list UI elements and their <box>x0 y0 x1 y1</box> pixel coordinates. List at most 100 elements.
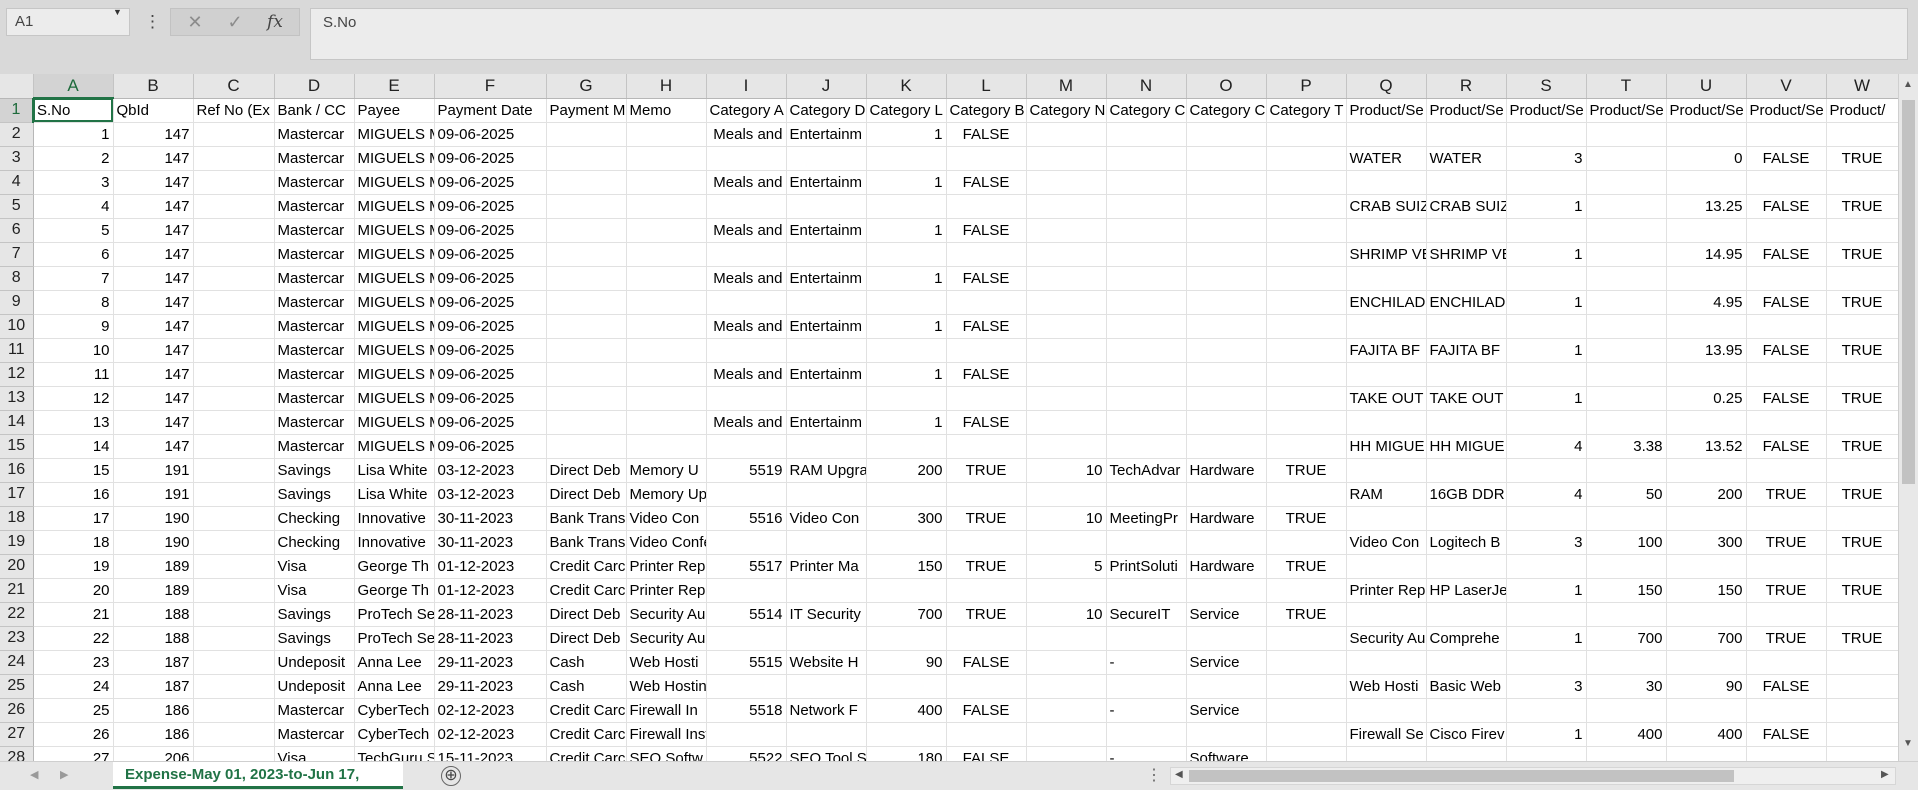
scroll-right-icon[interactable]: ▶ <box>1881 769 1889 780</box>
cell[interactable]: Entertainm <box>786 218 867 243</box>
cell[interactable] <box>1826 410 1898 435</box>
cell[interactable]: - <box>1106 650 1187 675</box>
cell[interactable] <box>1746 362 1827 387</box>
cell[interactable] <box>626 194 707 219</box>
cell[interactable]: TRUE <box>1826 242 1898 267</box>
cell[interactable]: Meals and <box>706 314 787 339</box>
cell[interactable] <box>1506 122 1587 147</box>
cell[interactable] <box>1586 362 1667 387</box>
cell[interactable] <box>626 290 707 315</box>
cell[interactable] <box>1186 434 1267 459</box>
cell[interactable]: MIGUELS M <box>354 338 435 363</box>
cell[interactable] <box>786 386 867 411</box>
cell[interactable]: WATER <box>1346 146 1427 171</box>
cell[interactable]: 150 <box>1586 578 1667 603</box>
cell[interactable]: 30-11-2023 <box>434 506 547 531</box>
cell[interactable] <box>1666 170 1747 195</box>
cell[interactable]: Meals and <box>706 266 787 291</box>
cell[interactable]: Firewall In <box>626 698 707 723</box>
cell[interactable]: 3 <box>1506 146 1587 171</box>
cell[interactable]: 700 <box>1666 626 1747 651</box>
cell[interactable]: 13 <box>33 410 114 435</box>
cell[interactable] <box>786 242 867 267</box>
cell[interactable] <box>1586 458 1667 483</box>
cell[interactable]: Mastercar <box>274 386 355 411</box>
cell[interactable]: FALSE <box>1746 338 1827 363</box>
cell[interactable] <box>1026 122 1107 147</box>
cell[interactable]: Mastercar <box>274 698 355 723</box>
cell[interactable]: Service <box>1186 650 1267 675</box>
cell[interactable] <box>1186 674 1267 699</box>
cell[interactable]: 180 <box>866 746 947 761</box>
cell[interactable]: 1 <box>866 362 947 387</box>
cell[interactable] <box>546 218 627 243</box>
cell[interactable] <box>1266 122 1347 147</box>
cell[interactable]: 25 <box>33 698 114 723</box>
cell[interactable]: 09-06-2025 <box>434 338 547 363</box>
cell[interactable] <box>786 626 867 651</box>
row-header[interactable]: 22 <box>0 602 34 627</box>
cell[interactable] <box>1266 746 1347 761</box>
cell[interactable] <box>1826 458 1898 483</box>
cell[interactable]: 14.95 <box>1666 242 1747 267</box>
cell[interactable]: Entertainm <box>786 410 867 435</box>
scroll-up-icon[interactable]: ▲ <box>1903 79 1913 90</box>
row-header[interactable]: 1 <box>0 98 34 123</box>
cell[interactable] <box>1026 530 1107 555</box>
cell[interactable] <box>1746 218 1827 243</box>
cell[interactable]: Payment Date <box>434 98 547 123</box>
cell[interactable] <box>1826 650 1898 675</box>
row-header[interactable]: 17 <box>0 482 34 507</box>
cell[interactable]: 17 <box>33 506 114 531</box>
cell[interactable]: FALSE <box>946 746 1027 761</box>
cell[interactable] <box>193 722 275 747</box>
cell[interactable]: 4 <box>33 194 114 219</box>
cell[interactable] <box>1026 578 1107 603</box>
cell[interactable] <box>193 674 275 699</box>
cell[interactable]: QbId <box>113 98 194 123</box>
cell[interactable] <box>1026 218 1107 243</box>
cell[interactable]: 147 <box>113 386 194 411</box>
cell[interactable]: 147 <box>113 434 194 459</box>
cell[interactable] <box>1826 170 1898 195</box>
column-header-q[interactable]: Q <box>1346 74 1427 99</box>
cell[interactable] <box>546 122 627 147</box>
cell[interactable]: 1 <box>1506 290 1587 315</box>
cell[interactable] <box>706 338 787 363</box>
cell[interactable]: 13.95 <box>1666 338 1747 363</box>
cell[interactable]: Service <box>1186 602 1267 627</box>
cell[interactable] <box>1266 266 1347 291</box>
cell[interactable] <box>1586 314 1667 339</box>
cell[interactable] <box>1266 218 1347 243</box>
cell[interactable] <box>1426 458 1507 483</box>
cell[interactable] <box>1106 170 1187 195</box>
cell[interactable]: Product/Se <box>1506 98 1587 123</box>
cell[interactable]: MIGUELS M <box>354 242 435 267</box>
column-header-i[interactable]: I <box>706 74 787 99</box>
cell[interactable]: Category A <box>706 98 787 123</box>
cell[interactable]: 5516 <box>706 506 787 531</box>
cell[interactable]: 147 <box>113 218 194 243</box>
cell[interactable] <box>1026 290 1107 315</box>
cell[interactable]: 09-06-2025 <box>434 290 547 315</box>
cell[interactable]: Category T <box>1266 98 1347 123</box>
cell[interactable]: 1 <box>1506 386 1587 411</box>
cell[interactable] <box>1266 314 1347 339</box>
cell[interactable] <box>1506 506 1587 531</box>
cell[interactable]: Checking <box>274 506 355 531</box>
cell[interactable] <box>1346 218 1427 243</box>
cell[interactable]: MIGUELS M <box>354 194 435 219</box>
cell[interactable] <box>946 530 1027 555</box>
cell[interactable]: Payee <box>354 98 435 123</box>
cell[interactable]: 1 <box>1506 722 1587 747</box>
cell[interactable] <box>1186 170 1267 195</box>
column-header-t[interactable]: T <box>1586 74 1667 99</box>
cell[interactable]: IT Security <box>786 602 867 627</box>
cell[interactable] <box>1746 506 1827 531</box>
cell[interactable] <box>546 386 627 411</box>
cell[interactable] <box>1186 218 1267 243</box>
cell[interactable]: 187 <box>113 674 194 699</box>
cell[interactable] <box>193 578 275 603</box>
cell[interactable] <box>193 314 275 339</box>
cell[interactable]: HP LaserJe <box>1426 578 1507 603</box>
